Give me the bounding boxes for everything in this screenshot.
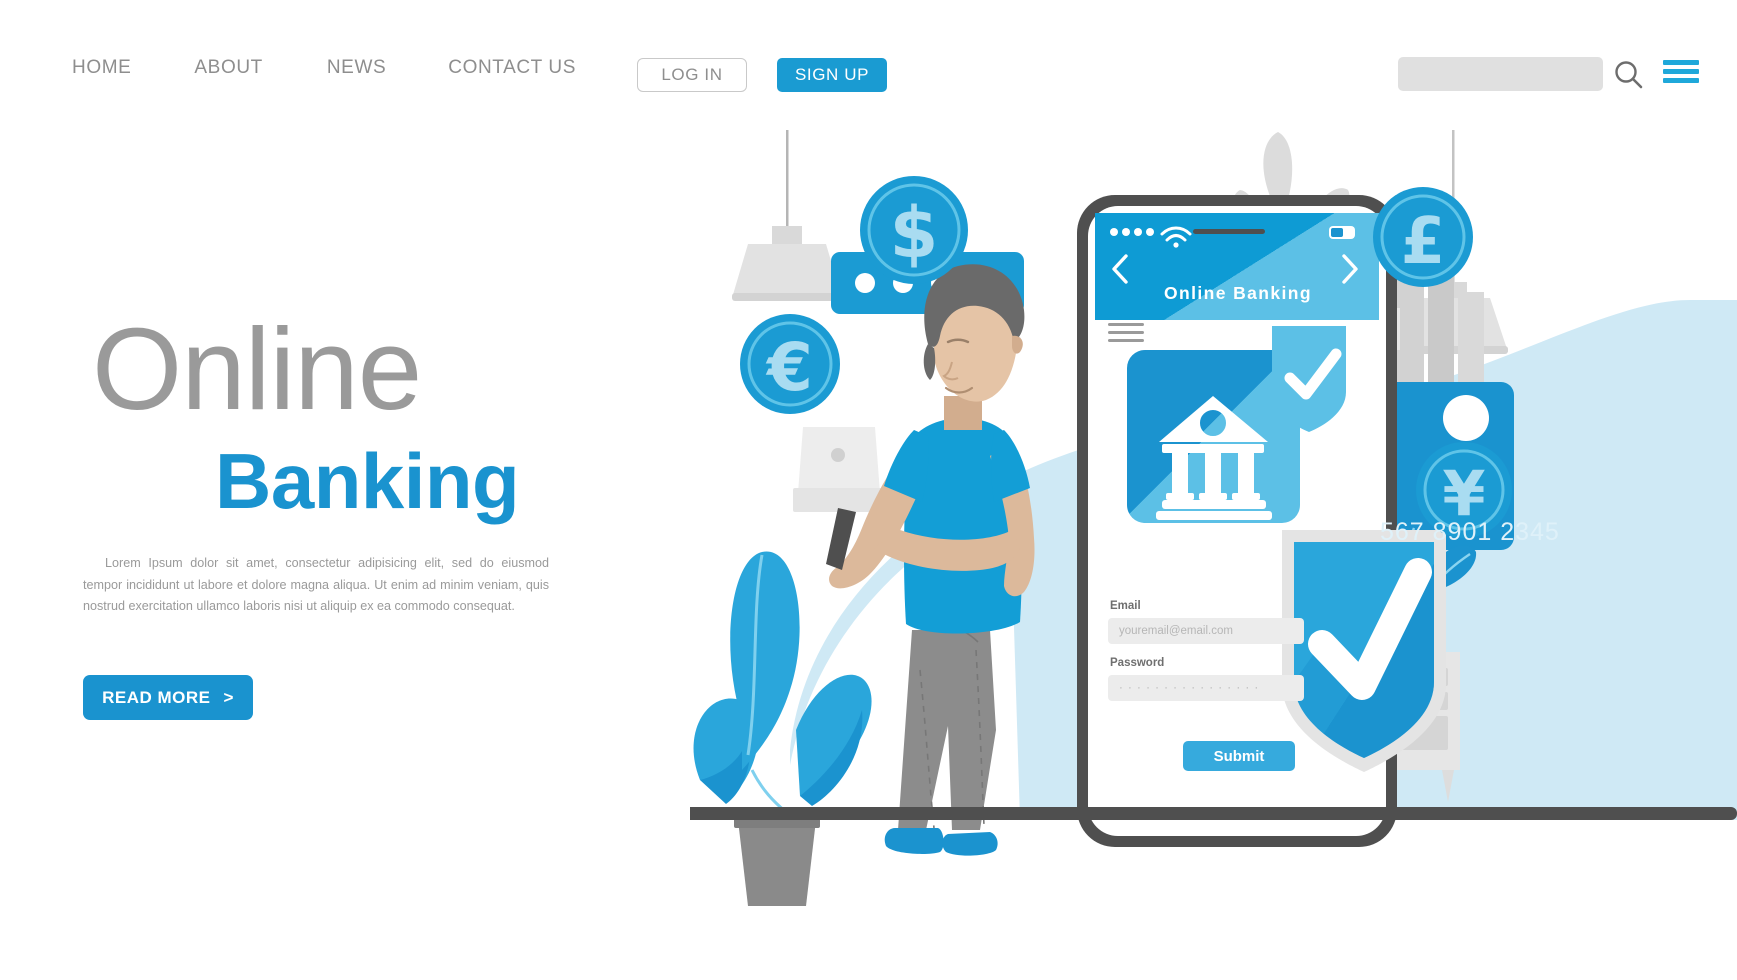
hero-illustration: $ € £ ¥ — [690, 130, 1737, 910]
hero-paragraph: Lorem Ipsum dolor sit amet, consectetur … — [83, 556, 549, 614]
submit-button[interactable]: Submit — [1183, 741, 1295, 771]
password-field[interactable]: · · · · · · · · · · · · · · · · — [1108, 675, 1304, 701]
search-icon[interactable] — [1612, 58, 1646, 92]
chevron-right-icon: > — [223, 687, 234, 707]
pendant-lamp-left — [732, 130, 842, 301]
password-label: Password — [1110, 657, 1165, 669]
menu-bar — [1663, 60, 1699, 65]
page-title-line2: Banking — [215, 437, 520, 525]
coin-pound: £ — [1373, 187, 1473, 287]
floor-line — [690, 807, 1737, 820]
login-button[interactable]: LOG IN — [637, 58, 747, 92]
signup-button[interactable]: SIGN UP — [777, 58, 887, 92]
illustration-svg: $ € £ ¥ — [690, 130, 1737, 906]
email-field[interactable]: youremail@email.com — [1108, 618, 1304, 644]
page-title-line1: Online — [92, 304, 422, 434]
svg-text:€: € — [765, 329, 813, 406]
app-title: Online Banking — [1164, 283, 1312, 303]
menu-icon[interactable] — [1663, 60, 1703, 90]
coin-euro: € — [740, 314, 840, 414]
potted-plant-left — [693, 551, 872, 906]
battery-icon — [1329, 226, 1355, 239]
card-number: 567 8901 2345 — [1380, 518, 1560, 546]
svg-text:$: $ — [890, 192, 939, 274]
hero-section: Online Banking Lorem Ipsum dolor sit ame… — [0, 0, 640, 980]
menu-bar — [1663, 69, 1699, 74]
email-label: Email — [1110, 600, 1141, 612]
coin-dollar: $ — [860, 176, 968, 284]
read-more-label: READ MORE — [102, 687, 211, 707]
menu-bar — [1663, 78, 1699, 83]
read-more-button[interactable]: READ MORE > — [83, 675, 253, 720]
search-input[interactable] — [1398, 57, 1603, 91]
app-menu-icon[interactable] — [1108, 323, 1144, 342]
svg-text:£: £ — [1401, 205, 1446, 279]
landing-page: HOME ABOUT NEWS CONTACT US LOG IN SIGN U… — [0, 0, 1737, 980]
